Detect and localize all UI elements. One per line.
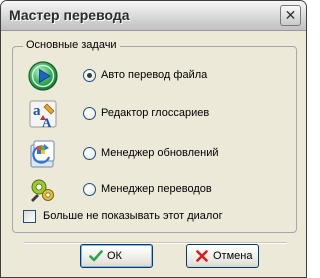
- option-glossary-editor[interactable]: a A Редактор глоссариев: [13, 98, 293, 130]
- title-bar: Мастер перевода ✕: [1, 1, 306, 31]
- dont-show-checkbox[interactable]: [23, 210, 36, 223]
- update-manager-icon: [30, 140, 55, 168]
- option-label: Редактор глоссариев: [101, 107, 210, 119]
- option-label: Менеджер переводов: [101, 183, 212, 195]
- translation-wizard-dialog: Мастер перевода ✕ Основные задачи Авто п…: [0, 0, 307, 278]
- option-label: Авто перевод файла: [101, 69, 208, 81]
- cancel-button-label: Отмена: [213, 250, 253, 262]
- svg-text:A: A: [42, 115, 52, 130]
- radio-glossary-editor[interactable]: [83, 107, 96, 120]
- close-button[interactable]: ✕: [280, 5, 301, 26]
- ok-button[interactable]: ОК: [80, 244, 153, 268]
- play-circle-icon: [28, 61, 58, 91]
- ok-button-label: ОК: [107, 250, 122, 262]
- close-icon: ✕: [284, 7, 297, 23]
- dont-show-label[interactable]: Больше не показывать этот диалог: [43, 210, 223, 222]
- checkmark-icon: [89, 250, 103, 262]
- cross-icon: [196, 250, 208, 262]
- group-label: Основные задачи: [23, 39, 120, 51]
- radio-update-manager[interactable]: [83, 147, 96, 160]
- radio-translation-manager[interactable]: [83, 183, 96, 196]
- radio-auto-translate[interactable]: [83, 69, 96, 82]
- translation-manager-icon: [31, 179, 54, 202]
- glossary-editor-icon: a A: [29, 100, 57, 130]
- window-title: Мастер перевода: [9, 7, 130, 23]
- option-update-manager[interactable]: Менеджер обновлений: [13, 138, 293, 170]
- main-tasks-group: Основные задачи Авто перевод файла a A Р…: [12, 39, 297, 244]
- option-translation-manager[interactable]: Менеджер переводов: [13, 174, 293, 206]
- radio-selected-dot: [87, 73, 92, 78]
- cancel-button[interactable]: Отмена: [186, 244, 259, 268]
- svg-text:a: a: [33, 103, 41, 119]
- option-label: Менеджер обновлений: [101, 147, 219, 159]
- option-auto-translate[interactable]: Авто перевод файла: [13, 60, 293, 92]
